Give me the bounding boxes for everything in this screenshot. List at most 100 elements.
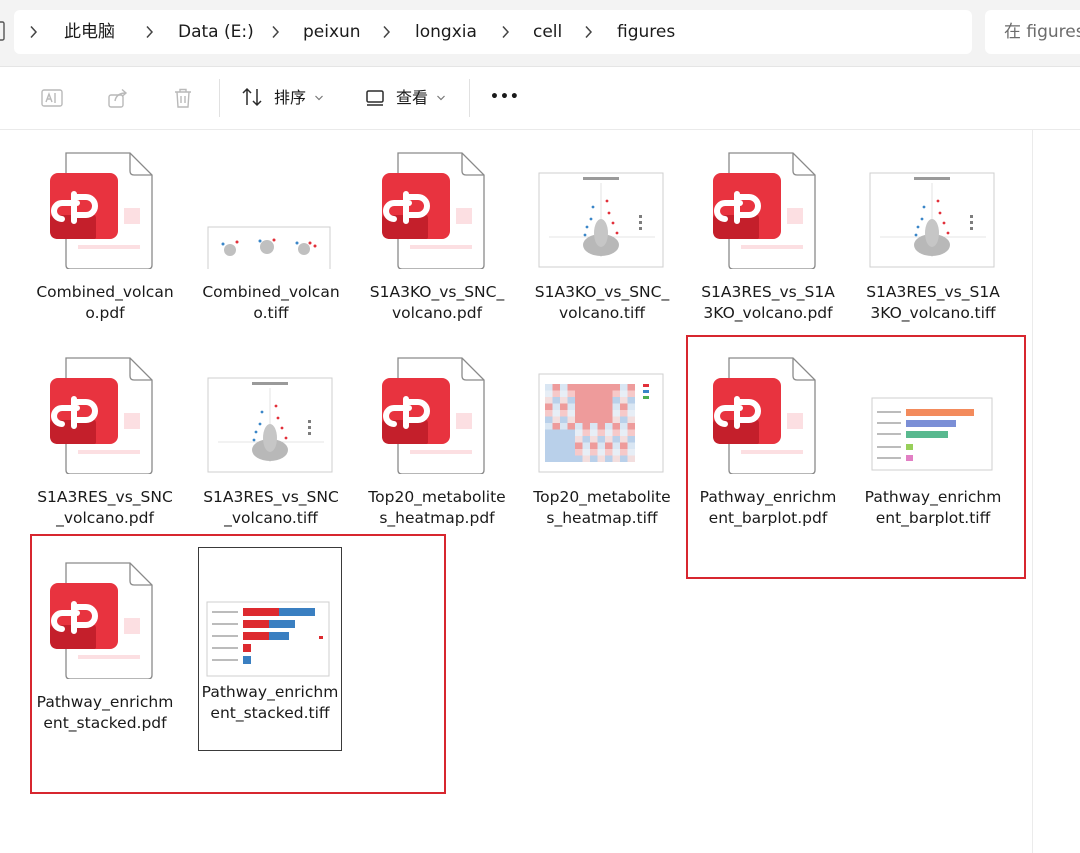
volcano-plot-thumbnail-icon <box>531 149 673 269</box>
pdf-file-icon <box>366 354 508 474</box>
heatmap-cell <box>590 455 598 462</box>
heatmap-cell <box>567 449 575 456</box>
heatmap-cell <box>597 449 605 456</box>
heatmap-cell <box>552 449 560 456</box>
heatmap-cell <box>552 397 560 404</box>
heatmap-cell <box>590 403 598 410</box>
heatmap-cell <box>575 436 583 443</box>
heatmap-cell <box>582 390 590 397</box>
chevron-right-icon[interactable] <box>500 25 510 39</box>
breadcrumb-item-longxia[interactable]: longxia <box>415 21 477 43</box>
sort-button[interactable]: 排序 <box>240 81 330 115</box>
delete-icon[interactable] <box>171 86 195 110</box>
heatmap-cell <box>575 429 583 436</box>
heatmap-cell <box>552 436 560 443</box>
search-placeholder: 在 figures 中搜索 <box>1004 22 1080 42</box>
heatmap-cell <box>552 429 560 436</box>
heatmap-cell <box>552 390 560 397</box>
heatmap-cell <box>627 397 635 404</box>
heatmap-cell <box>545 449 553 456</box>
heatmap-cell <box>545 455 553 462</box>
toolbar-divider <box>219 79 220 117</box>
file-name: S1A3KO_vs_SNC_volcano.pdf <box>369 283 505 322</box>
heatmap-cell <box>582 410 590 417</box>
heatmap-cell <box>612 455 620 462</box>
breadcrumb-item-this-pc[interactable]: 此电脑 <box>64 21 115 43</box>
file-item[interactable]: S1A3RES_vs_SNC_volcano.pdf <box>34 350 176 555</box>
heatmap-cell <box>620 416 628 423</box>
rename-icon[interactable] <box>40 86 64 110</box>
heatmap-cell <box>612 390 620 397</box>
heatmap-cell <box>605 442 613 449</box>
heatmap-cell <box>560 455 568 462</box>
share-icon[interactable] <box>106 86 130 110</box>
file-item[interactable]: S1A3RES_vs_S1A3KO_volcano.pdf <box>697 145 839 350</box>
heatmap-cell <box>627 429 635 436</box>
chevron-right-icon[interactable] <box>28 25 38 39</box>
heatmap-cell <box>627 423 635 430</box>
heatmap-cell <box>620 384 628 391</box>
file-name: Top20_metabolites_heatmap.tiff <box>533 488 671 527</box>
heatmap-cell <box>597 416 605 423</box>
heatmap-cell <box>575 423 583 430</box>
heatmap-cell <box>560 410 568 417</box>
breadcrumb-item-data-drive[interactable]: Data (E:) <box>178 21 254 43</box>
heatmap-cell <box>620 403 628 410</box>
breadcrumb-item-peixun[interactable]: peixun <box>303 21 361 43</box>
pdf-file-icon <box>34 354 176 474</box>
file-item[interactable]: Top20_metabolites_heatmap.tiff <box>531 350 673 555</box>
heatmap-cell <box>620 455 628 462</box>
heatmap-cell <box>552 423 560 430</box>
heatmap-cell <box>552 403 560 410</box>
chevron-right-icon[interactable] <box>583 25 593 39</box>
breadcrumb[interactable]: 此电脑 Data (E:) peixun longxia cell figure… <box>14 10 972 54</box>
heatmap-cell <box>560 384 568 391</box>
heatmap-cell <box>552 384 560 391</box>
heatmap-cell <box>567 384 575 391</box>
breadcrumb-item-figures[interactable]: figures <box>617 21 675 43</box>
file-item[interactable]: S1A3KO_vs_SNC_volcano.pdf <box>366 145 508 350</box>
file-item[interactable]: S1A3KO_vs_SNC_volcano.tiff <box>531 145 673 350</box>
file-name: S1A3KO_vs_SNC_volcano.tiff <box>534 283 670 322</box>
heatmap-cell <box>590 390 598 397</box>
view-button[interactable]: 查看 <box>363 81 453 115</box>
heatmap-cell <box>582 403 590 410</box>
more-options-button[interactable]: ••• <box>486 81 520 115</box>
heatmap-cell <box>545 436 553 443</box>
heatmap-cell <box>597 403 605 410</box>
file-item[interactable]: S1A3RES_vs_S1A3KO_volcano.tiff <box>862 145 1004 350</box>
heatmap-cell <box>597 384 605 391</box>
chevron-right-icon[interactable] <box>144 25 154 39</box>
chevron-right-icon[interactable] <box>270 25 280 39</box>
chevron-right-icon[interactable] <box>381 25 391 39</box>
heatmap-cell <box>612 442 620 449</box>
file-name: S1A3RES_vs_S1A3KO_volcano.pdf <box>701 283 835 322</box>
heatmap-cell <box>597 442 605 449</box>
file-name: S1A3RES_vs_SNC_volcano.pdf <box>37 488 173 527</box>
heatmap-cell <box>620 423 628 430</box>
file-item[interactable]: Combined_volcano.tiff <box>200 145 342 350</box>
chevron-down-icon <box>315 95 323 101</box>
heatmap-cell <box>560 442 568 449</box>
heatmap-cell <box>545 403 553 410</box>
heatmap-cell <box>597 390 605 397</box>
heatmap-cell <box>590 416 598 423</box>
heatmap-cell <box>597 423 605 430</box>
pdf-file-icon <box>366 149 508 269</box>
heatmap-cell <box>567 390 575 397</box>
breadcrumb-item-cell[interactable]: cell <box>533 21 562 43</box>
search-input[interactable]: 在 figures 中搜索 <box>985 10 1080 54</box>
file-name: Combined_volcano.pdf <box>36 283 174 322</box>
sort-label: 排序 <box>274 88 307 107</box>
heatmap-cell <box>582 384 590 391</box>
file-item[interactable]: S1A3RES_vs_SNC_volcano.tiff <box>200 350 342 555</box>
toolbar-divider <box>469 79 470 117</box>
heatmap-cell <box>575 416 583 423</box>
file-item[interactable]: Combined_volcano.pdf <box>34 145 176 350</box>
heatmap-cell <box>552 416 560 423</box>
heatmap-cell <box>620 390 628 397</box>
heatmap-cell <box>627 416 635 423</box>
heatmap-cell <box>567 455 575 462</box>
heatmap-cell <box>567 397 575 404</box>
file-item[interactable]: Top20_metabolites_heatmap.pdf <box>366 350 508 555</box>
